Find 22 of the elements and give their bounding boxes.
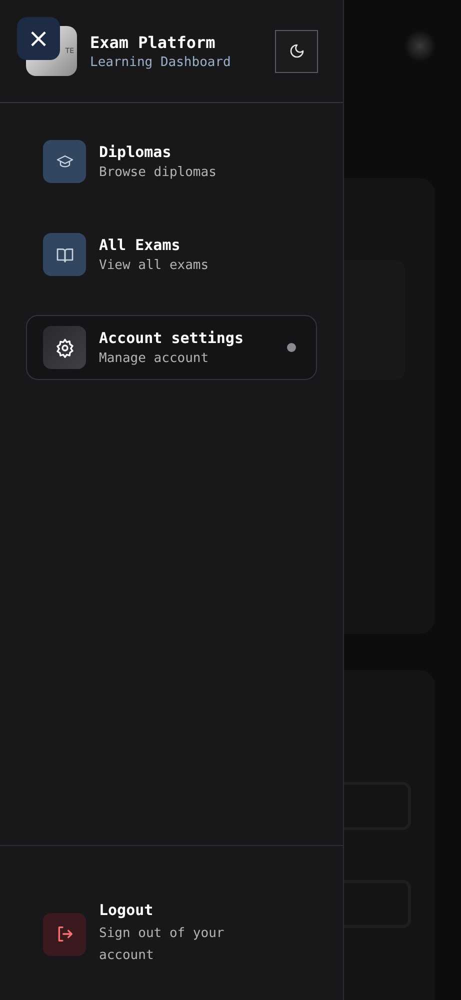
active-indicator-dot — [287, 343, 296, 352]
book-icon — [43, 233, 86, 276]
graduation-cap-icon — [43, 140, 86, 183]
gear-icon — [43, 326, 86, 369]
nav-item-title: Diplomas — [99, 143, 172, 161]
nav-item[interactable]: Diplomas Browse diplomas — [26, 129, 317, 194]
logout-subtitle: Sign out of your account — [99, 925, 226, 965]
app-title: Exam Platform — [90, 32, 216, 52]
logout-item[interactable]: Logout Sign out of your account — [26, 890, 317, 978]
nav-item-title: All Exams — [99, 236, 182, 254]
close-button[interactable]: × — [17, 17, 60, 60]
nav-item-subtitle: Browse diplomas — [99, 165, 218, 180]
logout-title: Logout — [99, 901, 154, 919]
theme-toggle-button[interactable] — [275, 30, 318, 72]
nav-item-title: Account settings — [99, 329, 244, 347]
nav-item[interactable]: All Exams View all exams — [26, 222, 317, 287]
nav-item-subtitle: View all exams — [99, 258, 210, 273]
logout-icon — [43, 912, 86, 956]
nav-item-subtitle: Manage account — [99, 351, 210, 366]
nav-item[interactable]: Account settings Manage account — [26, 315, 317, 380]
moon-icon — [288, 43, 304, 59]
app-subtitle: Learning Dashboard — [90, 54, 232, 70]
